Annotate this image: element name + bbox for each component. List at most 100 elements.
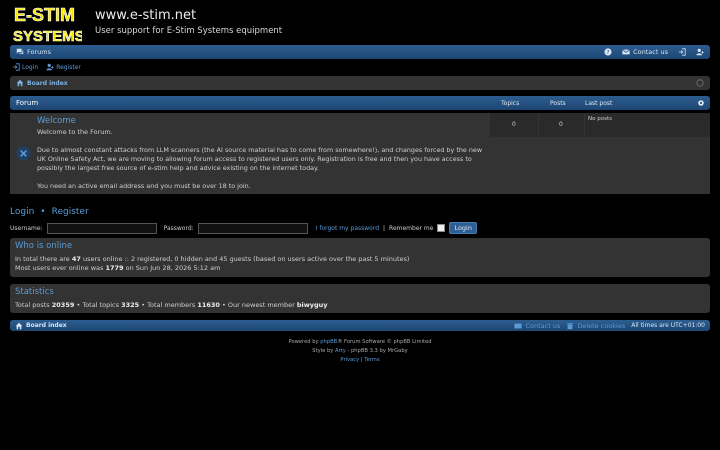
stats-text-1: Total posts (15, 301, 52, 309)
online-count: 47 (71, 255, 81, 263)
legal-pipe: | (360, 357, 363, 363)
stats-text-2: • Total topics (74, 301, 122, 309)
total-topics: 3325 (121, 301, 140, 309)
login-icon (12, 63, 20, 71)
register-title-link[interactable]: Register (52, 207, 89, 217)
forum-notice: Due to almost constant attacks from LLM … (37, 146, 483, 172)
last-post-header: Last post (585, 99, 613, 107)
statistics-line: Total posts 20359 • Total topics 3325 • … (15, 301, 705, 310)
login-link[interactable]: Login (12, 63, 38, 71)
timezone-label: All times are UTC+01:00 (631, 322, 705, 329)
forgot-password-link[interactable]: I forgot my password (316, 225, 379, 232)
register-icon (46, 63, 54, 71)
online-record: Most users ever online was 1779 on Sun J… (15, 264, 705, 273)
topics-header: Topics (501, 99, 520, 107)
stats-text-3: • Total members (139, 301, 198, 309)
terms-link[interactable]: Terms (364, 357, 379, 363)
envelope-icon (514, 323, 523, 328)
username-label: Username: (10, 224, 43, 232)
online-text-3: Most users ever online was (15, 264, 106, 272)
forums-icon (16, 48, 24, 55)
login-button[interactable]: Login (449, 222, 477, 234)
site-logo[interactable]: E-STIM SYSTEMS (12, 4, 82, 44)
password-label: Password: (163, 224, 194, 232)
trash-icon (567, 322, 574, 329)
online-max: 1779 (105, 264, 124, 272)
remember-me-checkbox[interactable] (437, 224, 446, 232)
nav-contact[interactable]: Contact us (622, 48, 668, 56)
username-input[interactable] (46, 222, 157, 234)
footer-board-index-label: Board index (26, 322, 67, 329)
powered-post: ® Forum Software © phpBB Limited (337, 339, 432, 345)
online-text-2: users online :: 2 registered, 0 hidden a… (80, 255, 410, 263)
forum-table-header: Forum Topics Posts Last post (10, 96, 710, 110)
who-is-online-title[interactable]: Who is online (15, 241, 705, 251)
powered-by-line: Powered by phpBB® Forum Software © phpBB… (0, 338, 720, 347)
arty-link[interactable]: Arty (335, 348, 346, 354)
footer-contact-label: Contact us (525, 321, 561, 330)
statistics-panel: Statistics Total posts 20359 • Total top… (10, 284, 710, 313)
footer-contact[interactable]: Contact us (514, 322, 560, 330)
style-by-line: Style by Arty - phpBB 3.3 by MrGaby (0, 347, 720, 356)
breadcrumb: Board index (10, 76, 710, 90)
nav-forums-label: Forums (27, 48, 51, 56)
login-header: Login • Register (10, 207, 89, 217)
register-link-label: Register (56, 63, 81, 71)
online-text-1: In total there are (15, 255, 72, 263)
login-pipe: | (383, 224, 386, 232)
navbar: Forums ? Contact us (10, 45, 710, 59)
site-title: www.e-stim.net (95, 8, 197, 23)
logo-text-line2: SYSTEMS (13, 28, 82, 44)
footer-delete-cookies-label: Delete cookies (577, 321, 626, 330)
footer-delete-cookies[interactable]: Delete cookies (566, 322, 625, 330)
style-post: - phpBB 3.3 by MrGaby (345, 348, 408, 354)
help-icon[interactable]: ? (604, 48, 612, 56)
total-posts: 20359 (51, 301, 75, 309)
phpbb-link[interactable]: phpBB (320, 339, 337, 345)
login-separator: • (40, 207, 46, 217)
forum-header-label: Forum (16, 99, 39, 107)
register-link[interactable]: Register (46, 63, 81, 71)
home-icon (16, 79, 24, 87)
topics-count: 0 (512, 121, 516, 128)
breadcrumb-label: Board index (27, 79, 68, 87)
footer-board-index[interactable]: Board index (15, 322, 67, 330)
envelope-icon (622, 49, 630, 55)
forum-title-welcome[interactable]: Welcome (37, 116, 76, 126)
home-icon (15, 322, 23, 329)
total-members: 11630 (197, 301, 220, 309)
forum-locked-icon (16, 146, 31, 161)
logo-text-line1: E-STIM (14, 5, 75, 25)
forum-notice-requirements: You need an active email address and you… (37, 182, 251, 190)
online-text-4: on Sun Jun 28, 2026 5:12 am (123, 264, 221, 272)
posts-header: Posts (550, 99, 566, 107)
online-summary: In total there are 47 users online :: 2 … (15, 255, 705, 264)
legal-links: Privacy | Terms (0, 356, 720, 365)
posts-count: 0 (559, 121, 563, 128)
login-icon[interactable] (678, 48, 686, 56)
footer-navbar: Board index Contact us Delete cookies Al… (10, 320, 710, 331)
password-input[interactable] (197, 222, 308, 234)
gear-icon[interactable] (697, 99, 705, 107)
style-pre: Style by (312, 348, 335, 354)
forum-description: Welcome to the Forum. (37, 128, 113, 136)
footer-credits: Powered by phpBB® Forum Software © phpBB… (0, 338, 720, 365)
who-is-online-panel: Who is online In total there are 47 user… (10, 238, 710, 277)
login-link-label: Login (22, 63, 39, 71)
register-icon[interactable] (696, 48, 704, 56)
statistics-title: Statistics (15, 287, 54, 297)
login-form: Username: Password: I forgot my password… (10, 222, 477, 234)
stats-text-4: • Our newest member (219, 301, 297, 309)
last-post-value: No posts (588, 116, 612, 122)
search-icon[interactable] (696, 79, 704, 87)
nav-forums[interactable]: Forums (16, 48, 51, 56)
user-links: Login Register (12, 63, 81, 71)
login-title-link[interactable]: Login (10, 207, 34, 217)
svg-text:?: ? (607, 50, 610, 56)
remember-me-label: Remember me (389, 224, 434, 232)
site-description: User support for E-Stim Systems equipmen… (95, 26, 283, 36)
breadcrumb-board-index[interactable]: Board index (16, 79, 68, 87)
nav-contact-label: Contact us (633, 48, 668, 56)
privacy-link[interactable]: Privacy (340, 357, 359, 363)
newest-member-link[interactable]: biwyguy (297, 301, 328, 309)
